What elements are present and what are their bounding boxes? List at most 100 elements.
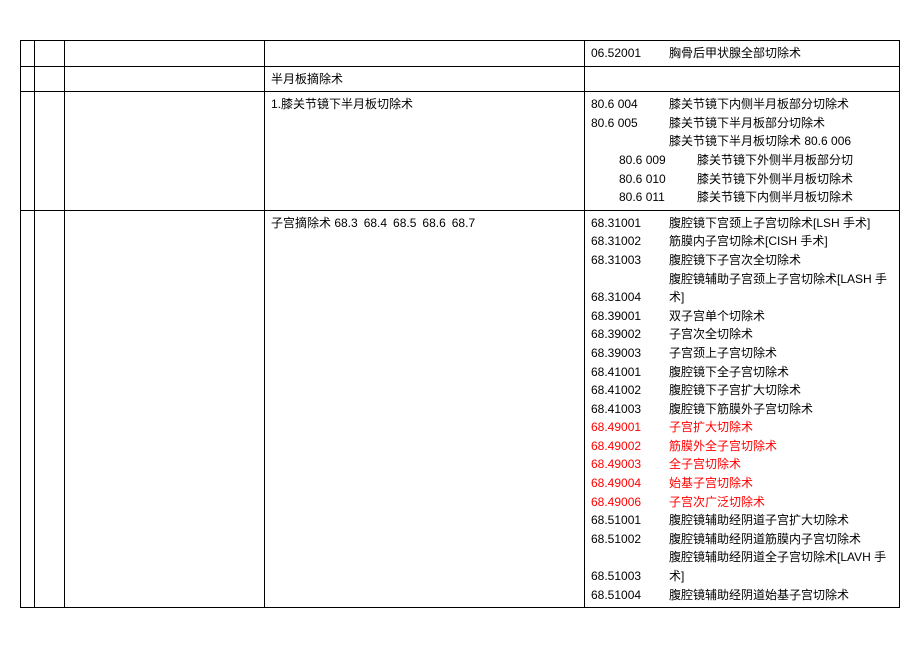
code-desc: 全子宫切除术 (669, 455, 741, 474)
code-value: 68.51001 (591, 511, 669, 530)
code-line: 68.31001腹腔镜下宫颈上子宫切除术[LSH 手术] (591, 214, 893, 233)
code-desc: 膝关节镜下半月板切除术 80.6 006 (669, 132, 851, 151)
code-value: 68.51004 (591, 586, 669, 605)
code-line: 68.49002筋膜外全子宫切除术 (591, 437, 893, 456)
data-table: 06.52001胸骨后甲状腺全部切除术半月板摘除术1.膝关节镜下半月板切除术80… (20, 40, 900, 608)
table-row: 子宫摘除术 68.3 68.4 68.5 68.6 68.768.31001腹腔… (21, 210, 900, 607)
code-value: 68.31001 (591, 214, 669, 233)
code-value: 68.41003 (591, 400, 669, 419)
code-value: 68.31003 (591, 251, 669, 270)
code-value: 68.31002 (591, 232, 669, 251)
code-value: 68.49004 (591, 474, 669, 493)
code-value: 80.6 009 (591, 151, 697, 170)
code-value: 68.41001 (591, 363, 669, 382)
code-desc: 膝关节镜下半月板部分切除术 (669, 114, 825, 133)
code-desc: 膝关节镜下内侧半月板切除术 (697, 188, 853, 207)
cell-col1 (35, 66, 65, 92)
code-line: 腹腔镜辅助子宫颈上子宫切除术[LASH 手 (591, 270, 893, 289)
code-desc: 术] (669, 288, 684, 307)
code-line: 68.31002筋膜内子宫切除术[CISH 手术] (591, 232, 893, 251)
code-line: 68.49006子宫次广泛切除术 (591, 493, 893, 512)
code-value: 68.41002 (591, 381, 669, 400)
code-desc: 膝关节镜下外侧半月板切除术 (697, 170, 853, 189)
cell-procedure: 半月板摘除术 (265, 66, 585, 92)
code-value: 80.6 004 (591, 95, 669, 114)
cell-col2 (65, 66, 265, 92)
code-desc: 腹腔镜下宫颈上子宫切除术[LSH 手术] (669, 214, 870, 233)
code-desc: 筋膜外全子宫切除术 (669, 437, 777, 456)
code-desc: 腹腔镜辅助子宫颈上子宫切除术[LASH 手 (669, 270, 887, 289)
code-line: 68.49003全子宫切除术 (591, 455, 893, 474)
code-line: 68.51001腹腔镜辅助经阴道子宫扩大切除术 (591, 511, 893, 530)
cell-col0 (21, 66, 35, 92)
code-desc: 腹腔镜辅助经阴道始基子宫切除术 (669, 586, 849, 605)
code-line: 68.39001双子宫单个切除术 (591, 307, 893, 326)
cell-col2 (65, 210, 265, 607)
code-line: 腹腔镜辅助经阴道全子宫切除术[LAVH 手 (591, 548, 893, 567)
code-line: 68.39002子宫次全切除术 (591, 325, 893, 344)
code-value: 80.6 005 (591, 114, 669, 133)
code-line: 68.31003腹腔镜下子宫次全切除术 (591, 251, 893, 270)
cell-codes (585, 66, 900, 92)
code-value: 68.31004 (591, 288, 669, 307)
code-value: 68.51003 (591, 567, 669, 586)
cell-col2 (65, 92, 265, 211)
code-desc: 腹腔镜下全子宫切除术 (669, 363, 789, 382)
code-line: 68.31004术] (591, 288, 893, 307)
code-desc: 腹腔镜下子宫次全切除术 (669, 251, 801, 270)
code-line: 68.51003术] (591, 567, 893, 586)
code-line: 68.41002腹腔镜下子宫扩大切除术 (591, 381, 893, 400)
cell-procedure: 子宫摘除术 68.3 68.4 68.5 68.6 68.7 (265, 210, 585, 607)
code-value: 68.39001 (591, 307, 669, 326)
cell-col0 (21, 41, 35, 67)
code-desc: 胸骨后甲状腺全部切除术 (669, 44, 801, 63)
code-value: 68.49001 (591, 418, 669, 437)
table-row: 06.52001胸骨后甲状腺全部切除术 (21, 41, 900, 67)
table-row: 1.膝关节镜下半月板切除术80.6 004膝关节镜下内侧半月板部分切除术80.6… (21, 92, 900, 211)
code-desc: 子宫颈上子宫切除术 (669, 344, 777, 363)
code-desc: 双子宫单个切除术 (669, 307, 765, 326)
cell-codes: 68.31001腹腔镜下宫颈上子宫切除术[LSH 手术]68.31002筋膜内子… (585, 210, 900, 607)
code-desc: 腹腔镜辅助经阴道子宫扩大切除术 (669, 511, 849, 530)
code-line: 膝关节镜下半月板切除术 80.6 006 (591, 132, 893, 151)
code-line: 68.49001子宫扩大切除术 (591, 418, 893, 437)
code-desc: 腹腔镜辅助经阴道筋膜内子宫切除术 (669, 530, 861, 549)
code-value: 68.49002 (591, 437, 669, 456)
code-value: 68.39003 (591, 344, 669, 363)
code-value: 06.52001 (591, 44, 669, 63)
code-desc: 子宫次广泛切除术 (669, 493, 765, 512)
code-value: 68.49003 (591, 455, 669, 474)
cell-col1 (35, 41, 65, 67)
code-line: 80.6 005膝关节镜下半月板部分切除术 (591, 114, 893, 133)
code-desc: 腹腔镜下子宫扩大切除术 (669, 381, 801, 400)
cell-col2 (65, 41, 265, 67)
cell-codes: 80.6 004膝关节镜下内侧半月板部分切除术80.6 005膝关节镜下半月板部… (585, 92, 900, 211)
cell-procedure (265, 41, 585, 67)
code-line: 68.41001腹腔镜下全子宫切除术 (591, 363, 893, 382)
code-value: 80.6 010 (591, 170, 697, 189)
code-line: 68.39003子宫颈上子宫切除术 (591, 344, 893, 363)
cell-codes: 06.52001胸骨后甲状腺全部切除术 (585, 41, 900, 67)
code-line: 80.6 009膝关节镜下外侧半月板部分切 (591, 151, 893, 170)
code-value: 68.49006 (591, 493, 669, 512)
code-desc: 子宫扩大切除术 (669, 418, 753, 437)
code-line: 06.52001胸骨后甲状腺全部切除术 (591, 44, 893, 63)
cell-procedure: 1.膝关节镜下半月板切除术 (265, 92, 585, 211)
code-desc: 筋膜内子宫切除术[CISH 手术] (669, 232, 828, 251)
code-line: 80.6 004膝关节镜下内侧半月板部分切除术 (591, 95, 893, 114)
code-line: 68.51002腹腔镜辅助经阴道筋膜内子宫切除术 (591, 530, 893, 549)
code-value: 80.6 011 (591, 188, 697, 207)
code-desc: 腹腔镜下筋膜外子宫切除术 (669, 400, 813, 419)
code-desc: 腹腔镜辅助经阴道全子宫切除术[LAVH 手 (669, 548, 886, 567)
table-row: 半月板摘除术 (21, 66, 900, 92)
code-line: 68.51004腹腔镜辅助经阴道始基子宫切除术 (591, 586, 893, 605)
code-desc: 始基子宫切除术 (669, 474, 753, 493)
cell-col0 (21, 210, 35, 607)
cell-col1 (35, 92, 65, 211)
code-line: 80.6 010膝关节镜下外侧半月板切除术 (591, 170, 893, 189)
code-line: 80.6 011膝关节镜下内侧半月板切除术 (591, 188, 893, 207)
code-value: 68.39002 (591, 325, 669, 344)
code-value: 68.51002 (591, 530, 669, 549)
cell-col0 (21, 92, 35, 211)
code-desc: 膝关节镜下外侧半月板部分切 (697, 151, 853, 170)
